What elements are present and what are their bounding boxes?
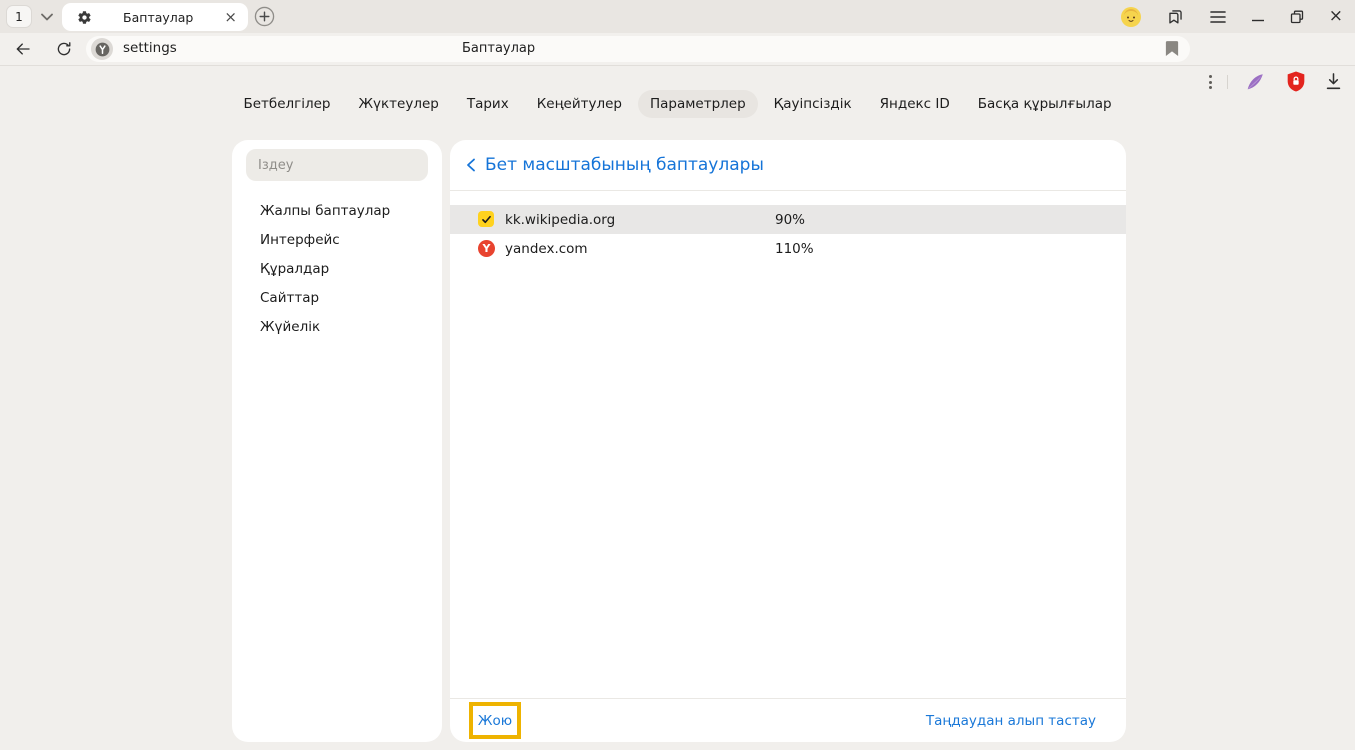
search-input[interactable]: [246, 149, 428, 181]
panel-header[interactable]: Бет масштабының баптаулары: [450, 140, 1126, 191]
tab-extensions[interactable]: Кеңейтулер: [525, 90, 634, 118]
avatar[interactable]: [1121, 7, 1141, 27]
sidebar-item-general[interactable]: Жалпы баптаулар: [260, 201, 390, 221]
tab-other-devices[interactable]: Басқа құрылғылар: [966, 90, 1124, 118]
tab-downloads[interactable]: Жүктеулер: [346, 90, 450, 118]
browser-tab-settings[interactable]: Баптаулар ×: [62, 3, 248, 31]
delete-button[interactable]: Жою: [478, 713, 512, 729]
site-zoom-value: 90%: [775, 212, 805, 228]
omnibox-page-title: Баптаулар: [462, 41, 535, 56]
table-row[interactable]: Y yandex.com 110%: [450, 234, 1126, 263]
tab-close-icon[interactable]: ×: [224, 10, 237, 25]
sidebar-item-system[interactable]: Жүйелік: [260, 317, 390, 337]
yandex-favicon-icon: Y: [478, 240, 495, 257]
page-title: Бет масштабының баптаулары: [485, 155, 764, 175]
chevron-down-icon: [41, 13, 53, 21]
gear-icon: [77, 10, 92, 25]
deselect-all-link[interactable]: Таңдаудан алып тастау: [926, 713, 1096, 729]
site-favicon: Y: [478, 240, 495, 257]
browser-toolbar: settings Баптаулар: [0, 33, 1355, 66]
yandex-site-icon: [91, 38, 113, 60]
tab-bookmarks[interactable]: Бетбелгілер: [231, 90, 342, 118]
settings-sidebar: Жалпы баптаулар Интерфейс Құралдар Сайтт…: [232, 140, 442, 742]
site-zoom-value: 110%: [775, 241, 814, 257]
tab-list-chevron-button[interactable]: [36, 8, 58, 26]
download-icon[interactable]: [1325, 72, 1342, 91]
zoom-site-list: kk.wikipedia.org 90% Y yandex.com 110%: [450, 205, 1126, 263]
delete-button-highlight: Жою: [469, 702, 521, 739]
sidebar-item-sites[interactable]: Сайттар: [260, 288, 390, 308]
sidebar-item-tools[interactable]: Құралдар: [260, 259, 390, 279]
tab-title: Баптаулар: [92, 10, 224, 25]
tab-counter-badge[interactable]: 1: [6, 5, 32, 28]
kebab-menu-icon[interactable]: [1203, 74, 1217, 90]
panel-footer: Жою Таңдаудан алып тастау: [450, 698, 1126, 742]
page-zoom-settings-panel: Бет масштабының баптаулары kk.wikipedia.…: [450, 140, 1126, 742]
site-name: kk.wikipedia.org: [505, 212, 615, 228]
back-arrow-icon[interactable]: [14, 40, 32, 58]
toolbar-divider: [1227, 75, 1228, 89]
bookmark-flag-icon[interactable]: [1165, 40, 1179, 57]
window-restore-button[interactable]: [1290, 10, 1304, 24]
chevron-left-icon: [464, 157, 478, 173]
new-tab-button[interactable]: [254, 6, 275, 27]
address-bar[interactable]: settings Баптаулар: [86, 36, 1190, 62]
window-minimize-button[interactable]: [1251, 10, 1265, 24]
tab-settings[interactable]: Параметрлер: [638, 90, 758, 118]
tab-security[interactable]: Қауіпсіздік: [762, 90, 864, 118]
url-text[interactable]: settings: [123, 40, 177, 56]
collections-icon[interactable]: [1166, 7, 1185, 26]
sidebar-items: Жалпы баптаулар Интерфейс Құралдар Сайтт…: [260, 201, 390, 337]
tab-history[interactable]: Тарих: [455, 90, 521, 118]
tab-strip: 1 Баптаулар ×: [0, 0, 1355, 33]
sidebar-item-interface[interactable]: Интерфейс: [260, 230, 390, 250]
checkbox-checked-icon: [478, 211, 494, 227]
site-name: yandex.com: [505, 241, 588, 257]
window-close-button[interactable]: ×: [1329, 8, 1343, 25]
titlebar-right-controls: ×: [1121, 0, 1343, 33]
table-row[interactable]: kk.wikipedia.org 90%: [450, 205, 1126, 234]
settings-nav-tabs: Бетбелгілер Жүктеулер Тарих Кеңейтулер П…: [0, 90, 1355, 118]
row-checkbox[interactable]: [478, 211, 495, 228]
reload-icon[interactable]: [55, 40, 73, 58]
hamburger-menu-icon[interactable]: [1210, 10, 1226, 24]
tab-yandex-id[interactable]: Яндекс ID: [868, 90, 962, 118]
